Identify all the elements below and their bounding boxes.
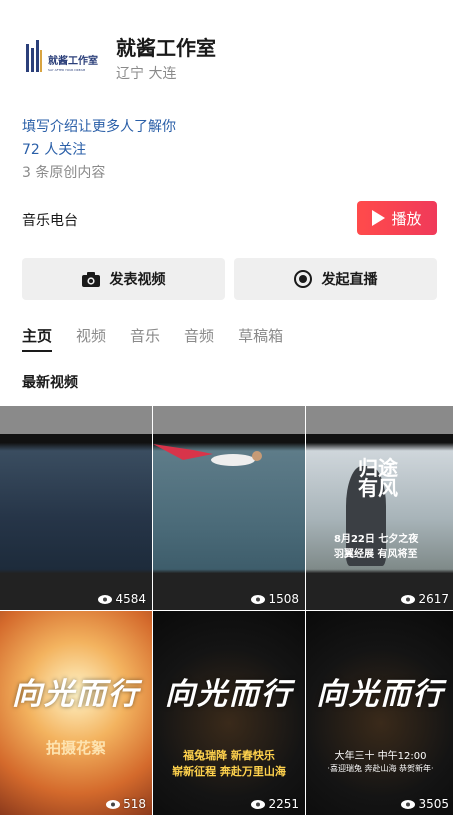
eye-icon [401,799,416,809]
tab-drafts[interactable]: 草稿箱 [238,325,283,346]
thumbnail-top-bar [153,406,305,434]
start-live-label: 发起直播 [321,272,378,288]
studio-logo: 就酱工作室 SAY AFTER YOUR DREAM [26,40,98,72]
video-subtitle-2: ·喜迎瑞兔 奔赴山海 恭贺新年· [327,764,434,773]
profile-location: 辽宁 大连 [116,66,177,82]
start-live-button[interactable]: 发起直播 [234,258,437,300]
eye-icon [98,594,113,604]
view-count-value: 3505 [418,797,449,811]
video-thumbnail[interactable]: 向光而行 大年三十 中午12:00 ·喜迎瑞兔 奔赴山海 恭贺新年· 3505 [306,611,453,815]
eye-icon [251,594,266,604]
play-label: 播放 [391,209,422,228]
play-icon [372,210,386,226]
tab-music[interactable]: 音乐 [130,325,160,346]
tab-home[interactable]: 主页 [22,325,53,352]
latest-videos-title: 最新视频 [22,375,78,391]
camera-icon [81,271,100,287]
profile-intro-link[interactable]: 填写介绍让更多人了解你 [22,116,176,136]
music-radio-label: 音乐电台 [22,213,78,229]
video-thumbnail[interactable]: 4584 [0,406,152,610]
live-record-icon [293,270,312,288]
profile-header: 就酱工作室 SAY AFTER YOUR DREAM 就酱工作室 辽宁 大连 [0,0,453,110]
original-count: 3 条原创内容 [22,165,106,181]
view-count-value: 4584 [115,592,146,606]
video-title: 向光而行 [12,677,140,712]
view-count-value: 1508 [268,592,299,606]
view-count: 1508 [251,592,299,606]
video-thumbnail[interactable]: 1508 [153,406,305,610]
video-subtitle: 拍摄花絮 [45,739,106,757]
logo-text: 就酱工作室 [48,54,98,67]
flying-figure [153,444,262,466]
follow-count[interactable]: 72 人关注 [22,139,86,159]
view-count: 518 [106,797,146,811]
view-count: 3505 [401,797,449,811]
post-video-label: 发表视频 [109,272,166,288]
video-thumbnail[interactable]: 归途有风 8月22日 七夕之夜 羽翼经展 有风将至 2617 [306,406,453,610]
poster-title: 归途有风 [358,456,398,500]
eye-icon [401,594,416,604]
tab-video[interactable]: 视频 [76,325,106,346]
post-video-button[interactable]: 发表视频 [22,258,225,300]
eye-icon [106,799,121,809]
video-subtitle-2: 崭新征程 奔赴万里山海 [172,765,286,778]
video-title: 向光而行 [316,677,445,712]
thumbnail-top-bar [0,406,152,434]
view-count-value: 2617 [418,592,449,606]
video-title: 向光而行 [165,677,293,712]
profile-name: 就酱工作室 [116,36,216,60]
view-count: 4584 [98,592,146,606]
view-count-value: 518 [123,797,146,811]
poster-line-2: 羽翼经展 有风将至 [334,549,418,560]
video-grid: 4584 1508 归途有风 8月22日 七夕之夜 羽翼经展 有风将至 2617… [0,406,453,815]
view-count-value: 2251 [268,797,299,811]
thumbnail-top-bar [306,406,453,434]
view-count: 2251 [251,797,299,811]
view-count: 2617 [401,592,449,606]
video-thumbnail[interactable]: 向光而行 福兔瑞降 新春快乐 崭新征程 奔赴万里山海 2251 [153,611,305,815]
profile-tabs: 主页 视频 音乐 音频 草稿箱 [22,325,283,352]
video-thumbnail[interactable]: 向光而行 拍摄花絮 518 [0,611,152,815]
logo-subtext: SAY AFTER YOUR DREAM [48,68,86,72]
poster-line-1: 8月22日 七夕之夜 [334,534,419,545]
video-subtitle-1: 大年三十 中午12:00 [334,751,427,762]
play-button[interactable]: 播放 [357,201,437,235]
eye-icon [251,799,266,809]
tab-audio[interactable]: 音频 [184,325,214,346]
video-subtitle-1: 福兔瑞降 新春快乐 [183,749,275,762]
